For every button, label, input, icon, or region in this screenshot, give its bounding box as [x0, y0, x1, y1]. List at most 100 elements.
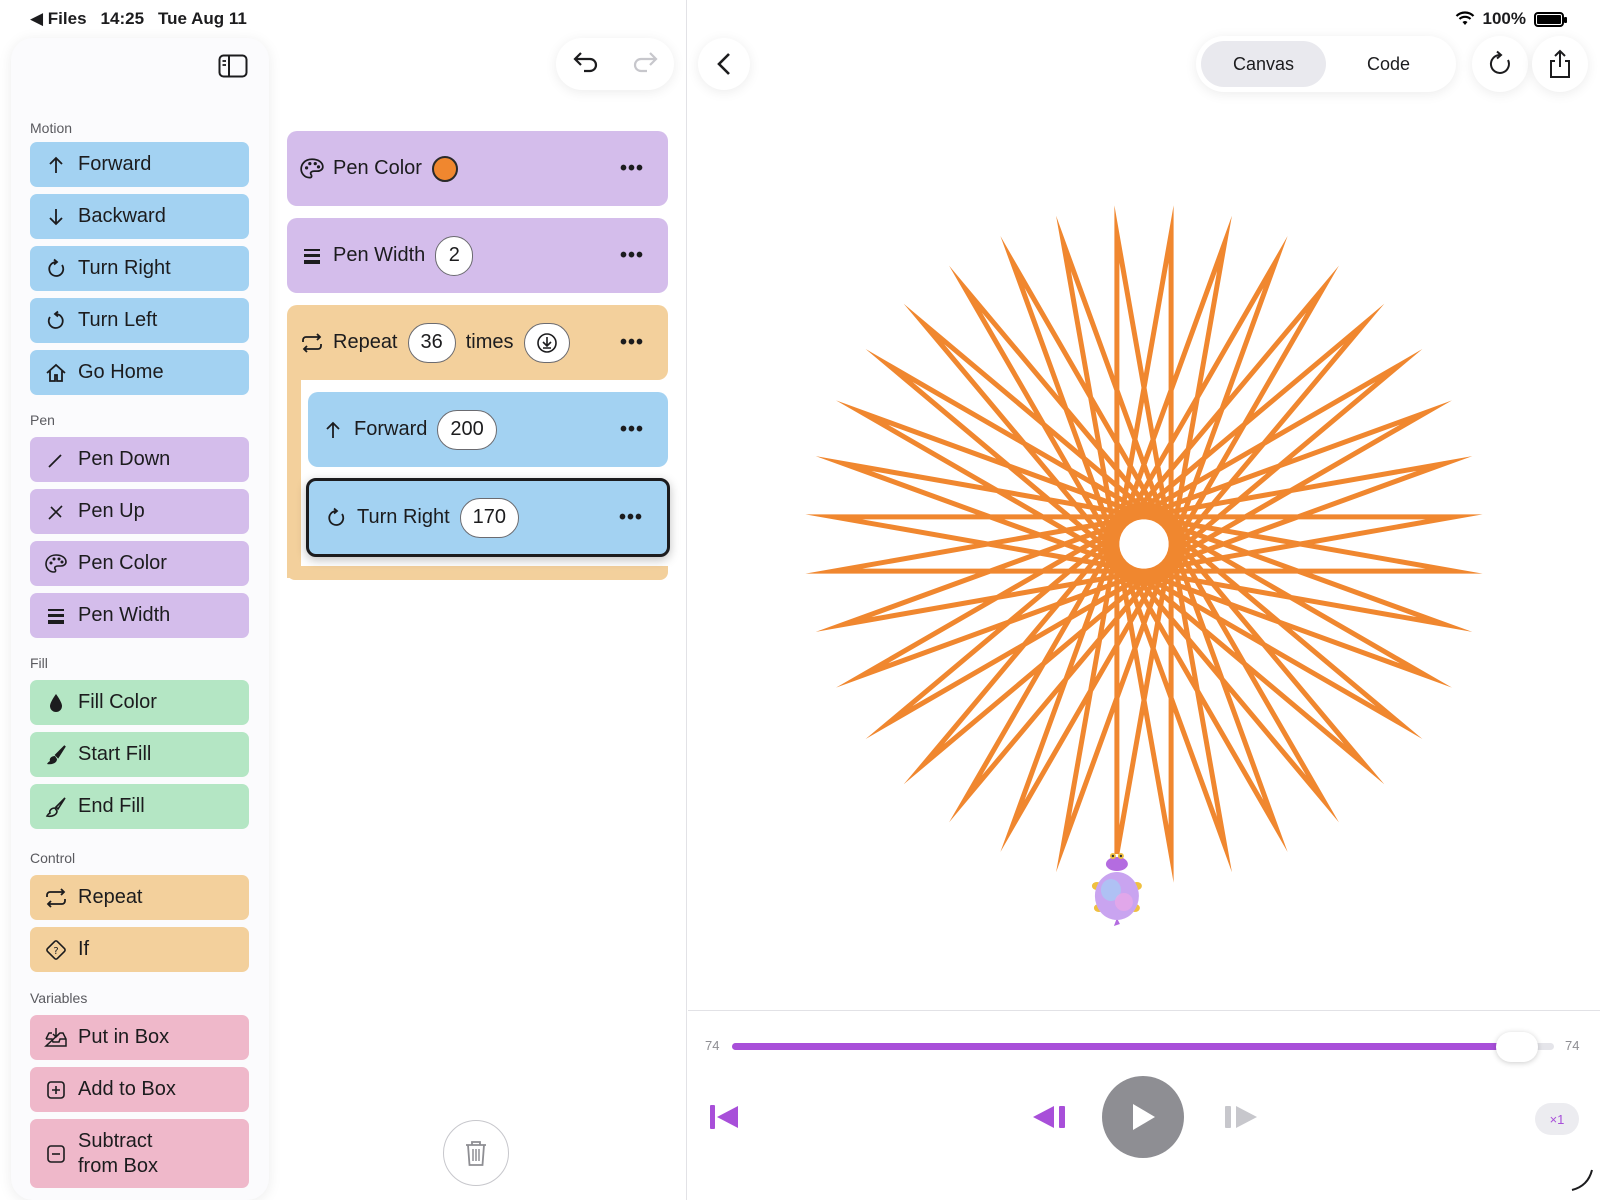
palette-repeat-label: Repeat [78, 886, 143, 908]
undo-icon [572, 51, 597, 72]
rotate-clockwise-icon [323, 505, 349, 531]
repeat-more-button[interactable]: ••• [620, 331, 644, 354]
palette-pen-up-button[interactable]: Pen Up [30, 489, 249, 534]
status-date: Tue Aug 11 [158, 9, 247, 28]
redo-button[interactable] [631, 50, 659, 79]
drawing-canvas[interactable] [688, 100, 1600, 1008]
tab-code[interactable]: Code [1326, 41, 1451, 87]
plus-square-icon [44, 1078, 68, 1102]
trash-button[interactable] [443, 1120, 509, 1186]
block-palette: Motion Forward Backward Turn Right Turn … [11, 38, 269, 1200]
rotate-counterclockwise-icon [44, 309, 68, 333]
turtle-path [805, 205, 1483, 883]
palette-start-fill-button[interactable]: Start Fill [30, 732, 249, 777]
turn-right-more-button[interactable]: ••• [619, 506, 643, 529]
back-to-app-link[interactable]: ◀ Files [30, 9, 87, 29]
pen-width-value-field[interactable]: 2 [435, 235, 474, 276]
palette-go-home-button[interactable]: Go Home [30, 350, 249, 395]
skip-to-start-button[interactable] [707, 1100, 741, 1134]
repeat-icon [44, 886, 68, 910]
palette-turn-left-button[interactable]: Turn Left [30, 298, 249, 343]
sidebar-icon [218, 54, 248, 78]
program-pen-width-block[interactable]: Pen Width 2 ••• [287, 218, 668, 293]
drop-icon [44, 691, 68, 715]
repeat-count-field[interactable]: 36 [407, 322, 456, 363]
skip-start-icon [710, 1105, 738, 1129]
section-label-fill: Fill [30, 655, 48, 671]
program-turn-right-block-selected[interactable]: Turn Right 170 ••• [306, 478, 670, 557]
pen-color-more-button[interactable]: ••• [620, 157, 644, 180]
scrubber-end-label: 74 [1565, 1038, 1580, 1053]
palette-add-to-box-button[interactable]: Add to Box [30, 1067, 249, 1112]
paintbrush-outline-icon [44, 795, 68, 819]
palette-put-in-box-label: Put in Box [78, 1026, 170, 1048]
sidebar-toggle-button[interactable] [216, 52, 250, 80]
palette-add-to-box-label: Add to Box [78, 1078, 176, 1100]
forward-distance-field[interactable]: 200 [437, 409, 497, 450]
turn-right-angle-field[interactable]: 170 [459, 497, 520, 538]
palette-put-in-box-button[interactable]: Put in Box [30, 1015, 249, 1060]
pen-color-swatch[interactable] [431, 155, 458, 182]
repeat-variable-button[interactable] [523, 322, 570, 363]
program-repeat-block[interactable]: Repeat 36 times ••• [287, 305, 668, 380]
back-button[interactable] [698, 38, 750, 90]
share-button[interactable] [1532, 36, 1588, 92]
section-label-variables: Variables [30, 990, 88, 1006]
speed-button[interactable]: ×1 [1535, 1103, 1579, 1135]
palette-turn-right-button[interactable]: Turn Right [30, 246, 249, 291]
scrubber-progress [732, 1043, 1517, 1050]
palette-fill-color-button[interactable]: Fill Color [30, 680, 249, 725]
palette-if-button[interactable]: ? If [30, 927, 249, 972]
playback-scrubber[interactable] [732, 1043, 1554, 1050]
wifi-icon [1455, 11, 1474, 25]
scrubber-start-label: 74 [705, 1038, 720, 1053]
status-bar: ◀ Files 14:25 Tue Aug 11 100% [0, 0, 1600, 36]
palette-pen-color-button[interactable]: Pen Color [30, 541, 249, 586]
palette-pen-color-label: Pen Color [78, 552, 167, 574]
program-pen-color-block[interactable]: Pen Color ••• [287, 131, 668, 206]
palette-start-fill-label: Start Fill [78, 743, 152, 765]
house-icon [44, 361, 68, 385]
svg-text:?: ? [53, 946, 58, 957]
forward-more-button[interactable]: ••• [620, 418, 644, 441]
palette-pen-down-button[interactable]: Pen Down [30, 437, 249, 482]
palette-go-home-label: Go Home [78, 361, 164, 383]
palette-end-fill-button[interactable]: End Fill [30, 784, 249, 829]
palette-icon [44, 552, 68, 576]
redo-icon [633, 51, 658, 72]
step-back-icon [1033, 1106, 1065, 1128]
undo-redo-group [556, 38, 674, 90]
play-button[interactable] [1102, 1076, 1184, 1158]
resize-handle-icon[interactable] [1568, 1166, 1596, 1194]
undo-button[interactable] [572, 50, 600, 79]
palette-backward-button[interactable]: Backward [30, 194, 249, 239]
tray-download-icon [44, 1026, 68, 1050]
palette-end-fill-label: End Fill [78, 795, 145, 817]
program-forward-block[interactable]: Forward 200 ••• [308, 392, 668, 467]
trash-icon [466, 1141, 486, 1166]
play-icon [1133, 1104, 1155, 1130]
turtle-drawing [805, 205, 1483, 883]
palette-backward-label: Backward [78, 205, 166, 227]
palette-repeat-button[interactable]: Repeat [30, 875, 249, 920]
step-back-button[interactable] [1030, 1100, 1070, 1134]
pen-width-more-button[interactable]: ••• [620, 244, 644, 267]
scrubber-thumb[interactable] [1496, 1032, 1538, 1062]
tab-canvas[interactable]: Canvas [1201, 41, 1326, 87]
section-label-motion: Motion [30, 120, 73, 136]
pencil-slash-icon [44, 500, 68, 524]
minus-square-icon [44, 1142, 68, 1166]
battery-percent: 100% [1482, 9, 1526, 28]
repeat-block-body [287, 380, 301, 578]
palette-forward-button[interactable]: Forward [30, 142, 249, 187]
line-weight-icon [44, 604, 68, 628]
step-forward-button[interactable] [1220, 1100, 1260, 1134]
palette-pen-down-label: Pen Down [78, 448, 171, 470]
arrow-up-icon [44, 153, 68, 177]
palette-pen-width-button[interactable]: Pen Width [30, 593, 249, 638]
download-circle-icon [536, 332, 557, 353]
forward-block-label: Forward [354, 418, 428, 440]
reset-button[interactable] [1472, 36, 1528, 92]
palette-subtract-from-box-button[interactable]: Subtract from Box [30, 1119, 249, 1188]
repeat-times-label: times [465, 331, 514, 353]
